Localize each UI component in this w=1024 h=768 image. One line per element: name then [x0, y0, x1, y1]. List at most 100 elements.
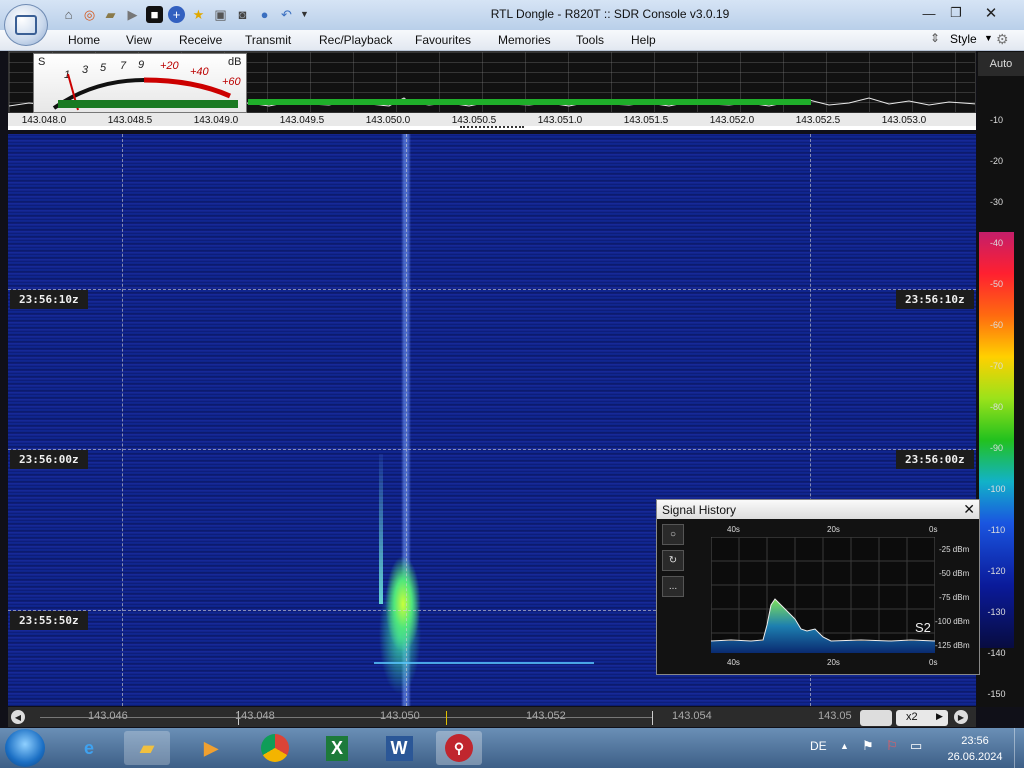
- time-axis-label: 0s: [929, 525, 938, 534]
- chrome-icon[interactable]: [252, 731, 298, 765]
- scroll-right-icon[interactable]: ▶: [954, 710, 968, 724]
- s-meter: S 1 3 5 7 9 +20 +40 +60 dB: [33, 53, 247, 113]
- color-scale-bar[interactable]: [979, 232, 1014, 648]
- stop-icon[interactable]: ■: [146, 6, 163, 23]
- menu-receive[interactable]: Receive: [179, 33, 222, 47]
- bottom-freq-tick: 143.052: [526, 710, 566, 722]
- db-tick: -150: [987, 689, 1006, 699]
- dbm-label: -100 dBm: [935, 617, 970, 626]
- file-explorer-icon[interactable]: ▰: [124, 731, 170, 765]
- play-icon[interactable]: ▶: [124, 6, 141, 23]
- system-clock[interactable]: 23:56 26.06.2024: [940, 733, 1010, 765]
- show-desktop-button[interactable]: [1014, 728, 1024, 768]
- time-axis-label: 0s: [929, 658, 938, 667]
- style-toggle-icon[interactable]: ⇕: [930, 31, 940, 45]
- style-chevron-icon[interactable]: ▼: [984, 33, 993, 43]
- menu-transmit[interactable]: Transmit: [245, 33, 291, 47]
- signal-history-titlebar[interactable]: Signal History ✕: [657, 500, 979, 519]
- filter-marker[interactable]: [460, 126, 524, 128]
- scroll-left-icon[interactable]: ◀: [11, 710, 25, 724]
- close-button[interactable]: ✕: [978, 3, 1004, 23]
- freq-tick: 143.049.0: [193, 115, 239, 126]
- record-button[interactable]: ○: [662, 524, 684, 545]
- zoom-control[interactable]: x2 ▶: [896, 710, 948, 726]
- start-button[interactable]: [5, 729, 45, 767]
- time-axis-label: 20s: [827, 658, 840, 667]
- signal-history-panel: Signal History ✕ ○ ↻ ... 40s 20s 0s -25 …: [656, 499, 980, 675]
- window-title: RTL Dongle - R820T :: SDR Console v3.0.1…: [490, 7, 730, 21]
- bottom-freq-tick: 143.054: [672, 710, 712, 722]
- freq-tick: 143.048.0: [21, 115, 67, 126]
- tray-flag-icon[interactable]: ⚐: [886, 738, 898, 754]
- tray-security-icon[interactable]: ⚑: [862, 738, 874, 754]
- menu-memories[interactable]: Memories: [498, 33, 551, 47]
- db-tick: -120: [987, 566, 1006, 576]
- sdr-console-icon[interactable]: ⚲: [436, 731, 482, 765]
- keyboard-icon[interactable]: [860, 710, 892, 726]
- more-button[interactable]: ...: [662, 576, 684, 597]
- app-menu-button[interactable]: [4, 4, 48, 46]
- language-indicator[interactable]: DE: [810, 739, 827, 753]
- auto-button[interactable]: Auto: [978, 52, 1024, 76]
- internet-explorer-icon[interactable]: e: [66, 731, 112, 765]
- time-label-right: 23:56:00z: [896, 450, 974, 469]
- word-icon[interactable]: W: [376, 731, 422, 765]
- db-tick: -100: [987, 484, 1006, 494]
- media-player-icon[interactable]: ▶: [188, 731, 234, 765]
- db-tick: -130: [987, 607, 1006, 617]
- settings-icon[interactable]: ⚙: [996, 31, 1009, 48]
- db-tick: -80: [989, 402, 1003, 412]
- customize-chevron-icon[interactable]: ▼: [296, 6, 313, 23]
- zoom-chevron-icon: ▶: [936, 711, 943, 721]
- menu-view[interactable]: View: [126, 33, 152, 47]
- bottom-freq-tick: 143.050: [380, 710, 420, 722]
- freq-tick: 143.050.5: [451, 115, 497, 126]
- menu-bar: Home View Receive Transmit Rec/Playback …: [0, 30, 1024, 51]
- star-icon[interactable]: ★: [190, 6, 207, 23]
- freq-tick: 143.052.0: [709, 115, 755, 126]
- tray-network-icon[interactable]: ▭: [910, 738, 922, 754]
- time-label-left: 23:56:10z: [10, 290, 88, 309]
- frequency-axis[interactable]: 143.048.0 143.048.5 143.049.0 143.049.5 …: [8, 113, 976, 130]
- db-tick: -40: [989, 238, 1003, 248]
- db-tick: -110: [987, 525, 1006, 535]
- lifebuoy-icon[interactable]: ◎: [81, 6, 98, 23]
- minimize-button[interactable]: —: [916, 3, 942, 23]
- menu-help[interactable]: Help: [631, 33, 656, 47]
- zoom-label: x2: [906, 711, 918, 723]
- time-label-right: 23:56:10z: [896, 290, 974, 309]
- s-meter-arc: [52, 73, 238, 111]
- menu-home[interactable]: Home: [68, 33, 100, 47]
- db-tick: -50: [989, 279, 1003, 289]
- menu-rec-playback[interactable]: Rec/Playback: [319, 33, 392, 47]
- signal-level-bar: [248, 99, 811, 105]
- lock-icon[interactable]: ▣: [212, 6, 229, 23]
- bottom-freq-tick: 143.048: [235, 710, 275, 722]
- tray-expand-icon[interactable]: ▲: [840, 741, 849, 751]
- undo-icon[interactable]: ↶: [278, 6, 295, 23]
- freq-tick: 143.052.5: [795, 115, 841, 126]
- freq-tick: 143.050.0: [365, 115, 411, 126]
- camera-icon[interactable]: ◙: [234, 6, 251, 23]
- add-icon[interactable]: +: [168, 6, 185, 23]
- s-reading: S2: [915, 620, 931, 635]
- db-tick: -90: [989, 443, 1003, 453]
- db-tick: -20: [989, 156, 1003, 166]
- close-icon[interactable]: ✕: [963, 501, 975, 518]
- freq-tick: 143.049.5: [279, 115, 325, 126]
- bottom-freq-tick: 143.05: [818, 710, 852, 722]
- menu-tools[interactable]: Tools: [576, 33, 604, 47]
- signal-history-title: Signal History: [662, 503, 737, 517]
- freq-tick: 143.051.0: [537, 115, 583, 126]
- drop-icon[interactable]: ●: [256, 6, 273, 23]
- style-menu[interactable]: Style: [950, 32, 977, 46]
- excel-icon[interactable]: X: [314, 731, 360, 765]
- reset-button[interactable]: ↻: [662, 550, 684, 571]
- menu-favourites[interactable]: Favourites: [415, 33, 471, 47]
- home-icon[interactable]: ⌂: [60, 6, 77, 23]
- folder-icon[interactable]: ▰: [102, 6, 119, 23]
- maximize-button[interactable]: ❐: [943, 3, 969, 23]
- title-bar: ⌂ ◎ ▰ ▶ ■ + ★ ▣ ◙ ● ↶ ▼ RTL Dongle - R82…: [0, 0, 1024, 31]
- time-label-left: 23:56:00z: [10, 450, 88, 469]
- signal-history-plot: [710, 536, 936, 654]
